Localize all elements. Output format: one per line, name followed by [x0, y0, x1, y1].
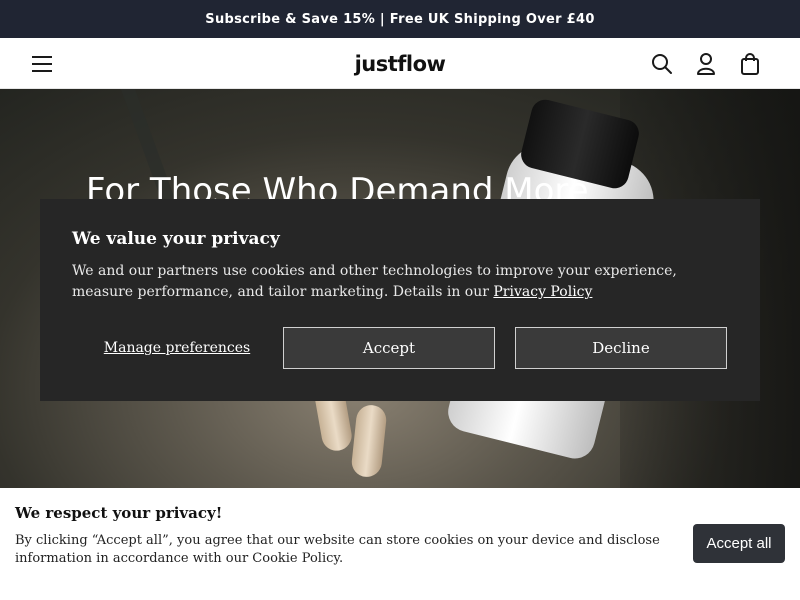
cookie-consent-modal: We value your privacy We and our partner… — [40, 199, 760, 401]
cookie-modal-title: We value your privacy — [72, 229, 280, 249]
cookie-modal-body: We and our partners use cookies and othe… — [72, 261, 728, 303]
menu-icon[interactable] — [30, 52, 54, 76]
accept-button[interactable]: Accept — [283, 327, 495, 369]
privacy-policy-link[interactable]: Privacy Policy — [493, 284, 592, 300]
announcement-bar: Subscribe & Save 15% | Free UK Shipping … — [0, 0, 800, 38]
announcement-text: Subscribe & Save 15% | Free UK Shipping … — [205, 11, 595, 27]
privacy-banner-title: We respect your privacy! — [15, 504, 223, 522]
manage-preferences-link[interactable]: Manage preferences — [72, 340, 282, 356]
cookie-modal-actions: Manage preferences Accept Decline — [72, 327, 728, 369]
site-logo[interactable]: justflow — [338, 50, 462, 78]
search-icon[interactable] — [649, 51, 675, 77]
privacy-banner: We respect your privacy! By clicking “Ac… — [0, 488, 800, 600]
bag-icon[interactable] — [737, 51, 763, 77]
decline-button[interactable]: Decline — [515, 327, 727, 369]
capsule-image — [350, 403, 388, 479]
account-icon[interactable] — [693, 51, 719, 77]
accept-all-button[interactable]: Accept all — [693, 524, 785, 563]
site-header: justflow — [0, 38, 800, 89]
privacy-banner-text: By clicking “Accept all”, you agree that… — [15, 533, 660, 566]
